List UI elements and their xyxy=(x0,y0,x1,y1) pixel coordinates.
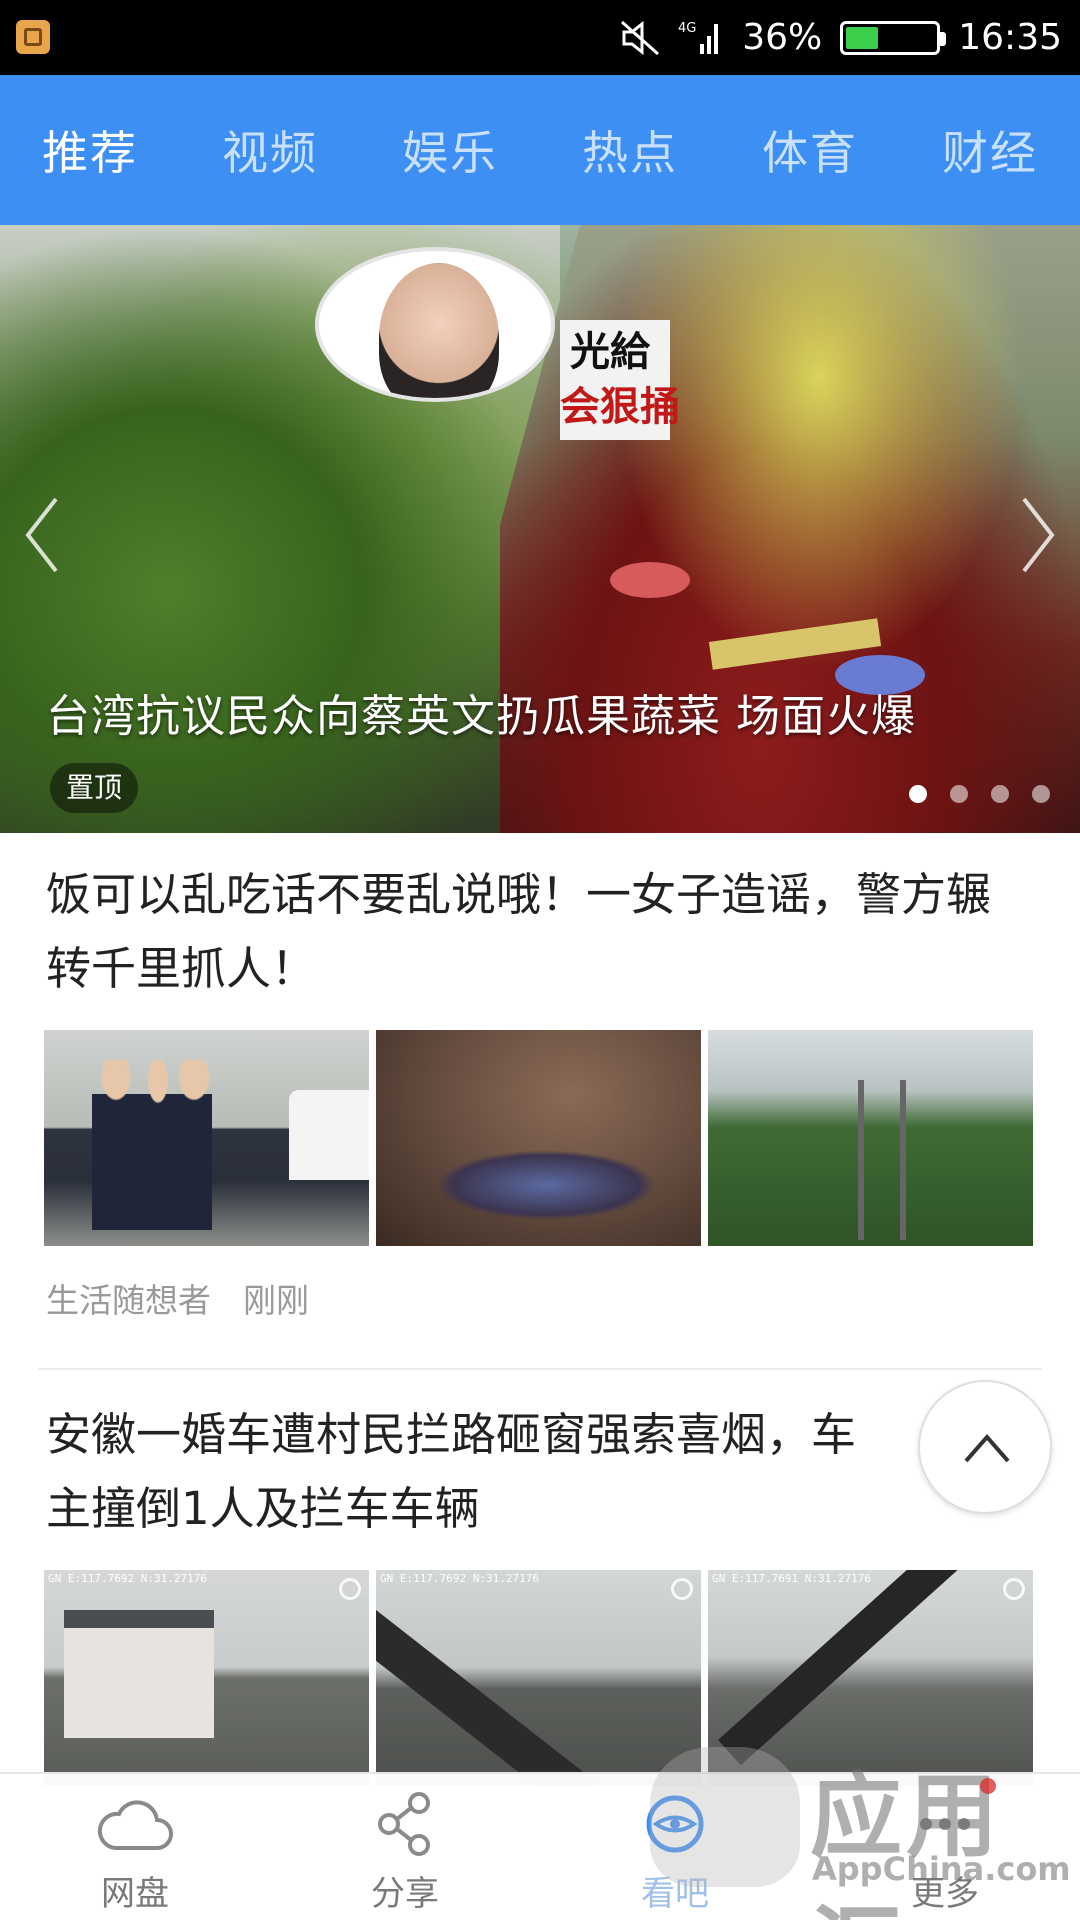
nav-item-share[interactable]: 分享 xyxy=(270,1774,540,1920)
tab-finance[interactable]: 财经 xyxy=(900,117,1080,183)
dashcam-overlay-text: GN E:117.7691 N:31.27176 xyxy=(712,1572,871,1585)
chevron-up-icon xyxy=(964,1433,1010,1463)
carousel-dot[interactable] xyxy=(991,785,1009,803)
pinned-badge: 置顶 xyxy=(50,763,139,813)
article-thumbnails: GN E:117.7692 N:31.27176 GN E:117.7692 N… xyxy=(44,1570,1036,1786)
carousel-dot[interactable] xyxy=(1032,785,1050,803)
nav-item-more[interactable]: 更多 xyxy=(810,1774,1080,1920)
camera-icon xyxy=(339,1578,361,1600)
cloud-icon xyxy=(97,1784,173,1864)
article-thumbnails xyxy=(44,1030,1036,1246)
status-bar: 4G 36% 16:35 xyxy=(0,0,1080,75)
thumbnail-image[interactable] xyxy=(708,1030,1033,1246)
thumbnail-image[interactable]: GN E:117.7692 N:31.27176 xyxy=(44,1570,369,1786)
carousel-dot[interactable] xyxy=(909,785,927,803)
featured-banner[interactable]: 光給 会狠捅 台湾抗议民众向蔡英文扔瓜果蔬菜 场面火爆 置顶 xyxy=(0,225,1080,833)
portrait-bubble xyxy=(315,247,555,402)
status-right: 4G 36% 16:35 xyxy=(620,0,1062,75)
chevron-left-icon[interactable] xyxy=(22,495,62,579)
article-card-1[interactable]: 饭可以乱吃话不要乱说哦！一女子造谣，警方辗转千里抓人！ 生活随想者 刚刚 xyxy=(0,858,1080,1322)
article-meta: 生活随想者 刚刚 xyxy=(46,1274,1034,1322)
app-notification-icon xyxy=(16,20,50,54)
category-tab-bar: 推荐 视频 娱乐 热点 体育 财经 xyxy=(0,75,1080,225)
bottom-navigation: 网盘 分享 看吧 更多 xyxy=(0,1772,1080,1920)
nav-label: 更多 xyxy=(911,1874,979,1914)
portrait-face xyxy=(379,263,499,398)
mute-icon xyxy=(620,20,660,56)
tab-video[interactable]: 视频 xyxy=(180,117,360,183)
battery-percent: 36% xyxy=(742,17,823,58)
nav-label: 分享 xyxy=(371,1874,439,1914)
chevron-right-icon[interactable] xyxy=(1018,495,1058,579)
banner-sign-text-2: 会狠捅 xyxy=(560,384,680,430)
tab-entertainment[interactable]: 娱乐 xyxy=(360,117,540,183)
tab-sports[interactable]: 体育 xyxy=(720,117,900,183)
nav-item-cloud-drive[interactable]: 网盘 xyxy=(0,1774,270,1920)
thumbnail-image[interactable] xyxy=(376,1030,701,1246)
clock: 16:35 xyxy=(958,17,1062,58)
nav-label: 看吧 xyxy=(641,1874,709,1914)
carousel-dot[interactable] xyxy=(950,785,968,803)
tab-recommend[interactable]: 推荐 xyxy=(0,117,180,183)
dashcam-overlay-text: GN E:117.7692 N:31.27176 xyxy=(48,1572,207,1585)
battery-level xyxy=(846,26,878,49)
camera-icon xyxy=(1003,1578,1025,1600)
article-title[interactable]: 饭可以乱吃话不要乱说哦！一女子造谣，警方辗转千里抓人！ xyxy=(46,858,1034,1006)
dashcam-overlay-text: GN E:117.7692 N:31.27176 xyxy=(380,1572,539,1585)
article-time: 刚刚 xyxy=(243,1281,309,1320)
banner-title[interactable]: 台湾抗议民众向蔡英文扔瓜果蔬菜 场面火爆 xyxy=(46,680,916,744)
article-author: 生活随想者 xyxy=(46,1281,211,1320)
share-icon xyxy=(375,1784,435,1864)
camera-icon xyxy=(671,1578,693,1600)
scroll-to-top-button[interactable] xyxy=(918,1380,1052,1514)
eye-icon xyxy=(640,1784,710,1864)
banner-sign-text-1: 光給 xyxy=(570,329,651,375)
article-title[interactable]: 安徽一婚车遭村民拦路砸窗强索喜烟，车主撞倒1人及拦车车辆 xyxy=(46,1398,900,1546)
tab-hot[interactable]: 热点 xyxy=(540,117,720,183)
thumbnail-image[interactable]: GN E:117.7691 N:31.27176 xyxy=(708,1570,1033,1786)
nav-label: 网盘 xyxy=(101,1874,169,1914)
divider xyxy=(38,1368,1042,1370)
network-type: 4G xyxy=(678,21,696,36)
nav-item-watch[interactable]: 看吧 xyxy=(540,1774,810,1920)
more-icon xyxy=(912,1784,978,1864)
carousel-indicator xyxy=(909,785,1050,803)
battery-icon xyxy=(840,20,947,55)
thumbnail-image[interactable]: GN E:117.7692 N:31.27176 xyxy=(376,1570,701,1786)
signal-icon: 4G xyxy=(678,18,724,58)
thumbnail-image[interactable] xyxy=(44,1030,369,1246)
